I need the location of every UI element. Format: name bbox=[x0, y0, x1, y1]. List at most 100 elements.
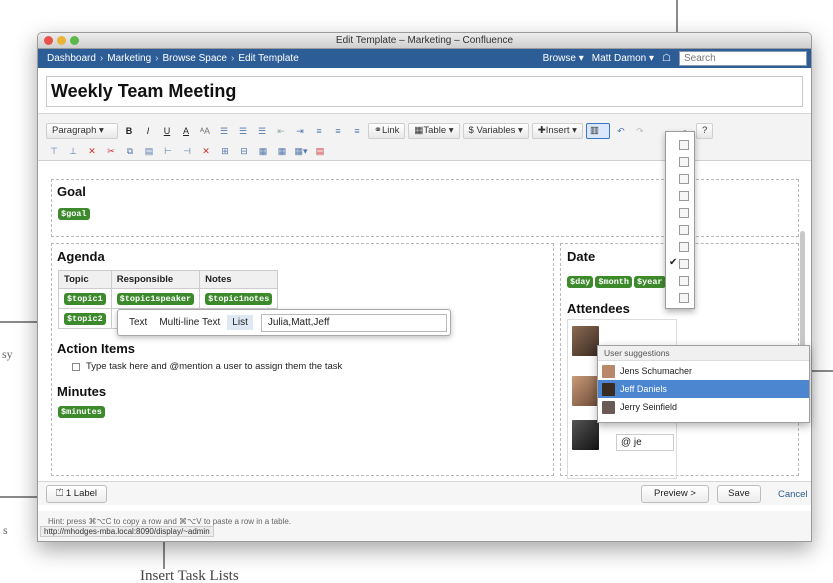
split-cell-icon[interactable]: ⊟ bbox=[236, 143, 252, 159]
table-cell[interactable]: $topic2 bbox=[58, 308, 112, 329]
type-option-list[interactable]: List bbox=[227, 315, 253, 330]
text-color-icon[interactable]: A bbox=[178, 123, 194, 139]
browse-menu[interactable]: Browse ▾ bbox=[543, 53, 584, 64]
suggestion-item[interactable]: Jens Schumacher bbox=[598, 362, 809, 380]
paste-row-icon[interactable]: ▤ bbox=[141, 143, 157, 159]
layout-option-two-equal[interactable] bbox=[679, 157, 689, 167]
bottom-bar: ⏍ 1 Label Preview > Save Cancel bbox=[38, 481, 811, 505]
heading-row-icon[interactable]: ▦ bbox=[255, 143, 271, 159]
breadcrumb-browse-space[interactable]: Browse Space bbox=[163, 53, 227, 64]
indent-icon[interactable]: ⇥ bbox=[292, 123, 308, 139]
day-variable[interactable]: $day bbox=[567, 276, 594, 288]
align-center-icon[interactable]: ≡ bbox=[330, 123, 346, 139]
close-window-button[interactable] bbox=[44, 36, 53, 45]
user-suggestions-popup: User suggestions Jens Schumacher Jeff Da… bbox=[597, 345, 810, 423]
suggestion-item-selected[interactable]: Jeff Daniels bbox=[598, 380, 809, 398]
toolbar-row-2: ⊤ ⊥ ✕ ✂ ⧉ ▤ ⊢ ⊣ ✕ ⊞ ⊟ ▦ ▦ ▦▾ ▤ bbox=[46, 142, 328, 160]
status-url: http://mhodges-mba.local:8090/display/~a… bbox=[40, 526, 214, 537]
italic-icon[interactable]: I bbox=[140, 123, 156, 139]
delete-column-icon[interactable]: ✕ bbox=[198, 143, 214, 159]
paragraph-select[interactable]: Paragraph ▾ bbox=[46, 123, 118, 139]
topic1-variable[interactable]: $topic1 bbox=[64, 292, 106, 305]
user-menu[interactable]: Matt Damon ▾ bbox=[592, 53, 654, 64]
breadcrumb-separator-icon: › bbox=[99, 53, 104, 64]
copy-row-icon[interactable]: ⧉ bbox=[122, 143, 138, 159]
list-values-input[interactable]: Julia,Matt,Jeff bbox=[260, 313, 447, 332]
table-cell[interactable]: $topic1speaker bbox=[110, 288, 201, 309]
table-cell[interactable]: $topic1notes bbox=[199, 288, 279, 309]
page-layout-button[interactable]: ▥ bbox=[585, 123, 610, 139]
insert-task-lists-caption: Insert Task Lists bbox=[140, 568, 239, 583]
labels-count: 1 Label bbox=[65, 488, 98, 499]
table-button[interactable]: ▦Table ▾ bbox=[408, 123, 460, 139]
topic1notes-variable[interactable]: $topic1notes bbox=[205, 292, 273, 305]
minimize-window-button[interactable] bbox=[57, 36, 66, 45]
help-button[interactable]: ? bbox=[695, 123, 714, 139]
cut-row-icon[interactable]: ✂ bbox=[103, 143, 119, 159]
layout-option-header-two[interactable] bbox=[679, 225, 689, 235]
insert-row-after-icon[interactable]: ⊥ bbox=[65, 143, 81, 159]
variable-type-popover: Text Multi-line Text List Julia,Matt,Jef… bbox=[117, 309, 451, 336]
goal-variable[interactable]: $goal bbox=[58, 208, 90, 220]
mention-input[interactable]: @ je bbox=[616, 434, 674, 451]
layout-option-single[interactable] bbox=[679, 140, 689, 150]
labels-button[interactable]: ⏍ 1 Label bbox=[46, 485, 108, 503]
link-button[interactable]: ⚭Link bbox=[368, 123, 406, 139]
task-item[interactable]: Type task here and @mention a user to as… bbox=[72, 361, 342, 372]
task-checkbox[interactable] bbox=[72, 362, 80, 371]
month-variable[interactable]: $month bbox=[595, 276, 633, 288]
layout-option-header-footer[interactable] bbox=[679, 293, 689, 303]
preview-button[interactable]: Preview > bbox=[641, 485, 709, 503]
table-cell[interactable]: $topic1 bbox=[58, 288, 112, 309]
redo-icon[interactable]: ↷ bbox=[632, 123, 648, 139]
table-layout-icon[interactable]: ▦▾ bbox=[293, 143, 309, 159]
annotation-fragment-2: s bbox=[3, 523, 8, 537]
suggestion-item[interactable]: Jerry Seinfield bbox=[598, 398, 809, 416]
checkmark-icon: ✔ bbox=[669, 257, 678, 268]
underline-icon[interactable]: U bbox=[159, 123, 175, 139]
breadcrumb-dashboard[interactable]: Dashboard bbox=[47, 53, 96, 64]
insert-row-before-icon[interactable]: ⊤ bbox=[46, 143, 62, 159]
align-left-icon[interactable]: ≡ bbox=[311, 123, 327, 139]
layout-option-two-left[interactable] bbox=[679, 174, 689, 184]
undo-icon[interactable]: ↶ bbox=[613, 123, 629, 139]
type-option-multiline[interactable]: Multi-line Text bbox=[154, 315, 225, 330]
delete-row-icon[interactable]: ✕ bbox=[84, 143, 100, 159]
zoom-window-button[interactable] bbox=[70, 36, 79, 45]
topic1speaker-variable[interactable]: $topic1speaker bbox=[116, 292, 195, 305]
save-button[interactable]: Save bbox=[717, 485, 761, 503]
search-input[interactable]: Search bbox=[679, 51, 807, 66]
layout-option-header-two-left[interactable] bbox=[679, 242, 689, 252]
heading-column-icon[interactable]: ▦ bbox=[274, 143, 290, 159]
breadcrumb-marketing[interactable]: Marketing bbox=[107, 53, 151, 64]
notifications-icon[interactable]: ☖ bbox=[662, 53, 671, 64]
layout-option-header-three[interactable] bbox=[679, 276, 689, 286]
insert-column-after-icon[interactable]: ⊣ bbox=[179, 143, 195, 159]
bold-icon[interactable]: B bbox=[121, 123, 137, 139]
cancel-link[interactable]: Cancel bbox=[778, 489, 808, 500]
layout-option-three[interactable] bbox=[679, 208, 689, 218]
task-list-icon[interactable]: ☰ bbox=[254, 123, 270, 139]
outdent-icon[interactable]: ⇤ bbox=[273, 123, 289, 139]
insert-icon: ✚ bbox=[537, 125, 546, 136]
more-formatting-icon[interactable]: ᴬA bbox=[197, 123, 213, 139]
page-title-input[interactable]: Weekly Team Meeting bbox=[46, 76, 803, 107]
merge-cells-icon[interactable]: ⊞ bbox=[217, 143, 233, 159]
align-right-icon[interactable]: ≡ bbox=[349, 123, 365, 139]
delete-table-icon[interactable]: ▤ bbox=[312, 143, 328, 159]
paragraph-label: Paragraph bbox=[52, 125, 97, 136]
bullet-list-icon[interactable]: ☰ bbox=[216, 123, 232, 139]
numbered-list-icon[interactable]: ☰ bbox=[235, 123, 251, 139]
avatar bbox=[602, 364, 615, 378]
layout-option-header-two-right[interactable] bbox=[679, 259, 689, 269]
insert-button[interactable]: ✚Insert ▾ bbox=[531, 123, 583, 139]
type-option-text[interactable]: Text bbox=[124, 315, 152, 330]
editor-scrollbar[interactable] bbox=[800, 231, 805, 351]
year-variable[interactable]: $year bbox=[634, 276, 666, 288]
breadcrumb-edit-template[interactable]: Edit Template bbox=[238, 53, 298, 64]
minutes-variable[interactable]: $minutes bbox=[58, 406, 105, 418]
layout-option-two-right[interactable] bbox=[679, 191, 689, 201]
insert-column-before-icon[interactable]: ⊢ bbox=[160, 143, 176, 159]
topic2-variable[interactable]: $topic2 bbox=[64, 312, 106, 325]
variables-button[interactable]: $ Variables ▾ bbox=[462, 123, 529, 139]
